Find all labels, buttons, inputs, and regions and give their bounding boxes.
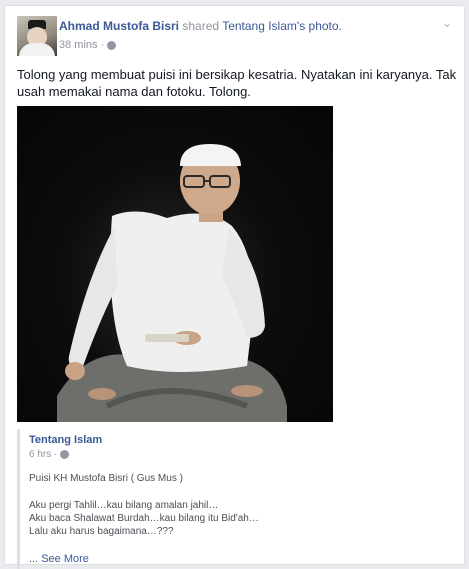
- feed-post: Ahmad Mustofa Bisri shared Tentang Islam…: [4, 5, 465, 569]
- shared-suffix[interactable]: 's photo.: [297, 19, 342, 33]
- post-photo[interactable]: [17, 106, 333, 422]
- shared-text: shared: [182, 19, 220, 33]
- globe-icon: [107, 40, 117, 50]
- author-name[interactable]: Ahmad Mustofa Bisri: [59, 19, 179, 33]
- attachment-line: Aku pergi Tahlil…kau bilang amalan jahil…: [29, 500, 219, 511]
- attachment-body: Aku pergi Tahlil…kau bilang amalan jahil…: [29, 499, 259, 538]
- attachment-title: Puisi KH Mustofa Bisri ( Gus Mus ): [29, 473, 183, 484]
- attachment-line: Lalu aku harus bagaimana…???: [29, 526, 174, 537]
- see-more-link[interactable]: ... See More: [29, 553, 89, 565]
- avatar[interactable]: [17, 16, 57, 56]
- post-text: Tolong yang membuat puisi ini bersikap k…: [17, 67, 457, 99]
- avatar-body: [19, 43, 55, 56]
- attachment-meta: 6 hrs ·: [29, 449, 70, 460]
- post-header: Ahmad Mustofa Bisri shared Tentang Islam…: [59, 18, 342, 34]
- attachment-page-name[interactable]: Tentang Islam: [29, 434, 102, 446]
- shared-page-link[interactable]: Tentang Islam: [222, 19, 297, 33]
- post-meta: 38 mins ·: [59, 38, 117, 52]
- chevron-down-icon[interactable]: ⌄: [440, 16, 454, 30]
- attachment-time[interactable]: 6 hrs ·: [29, 449, 57, 460]
- globe-icon: [60, 450, 70, 459]
- photo-illustration: [57, 144, 287, 422]
- post-time[interactable]: 38 mins ·: [59, 38, 104, 52]
- attachment-line: Aku baca Shalawat Burdah…kau bilang itu …: [29, 513, 259, 524]
- shared-attachment: Tentang Islam 6 hrs · Puisi KH Mustofa B…: [17, 429, 451, 569]
